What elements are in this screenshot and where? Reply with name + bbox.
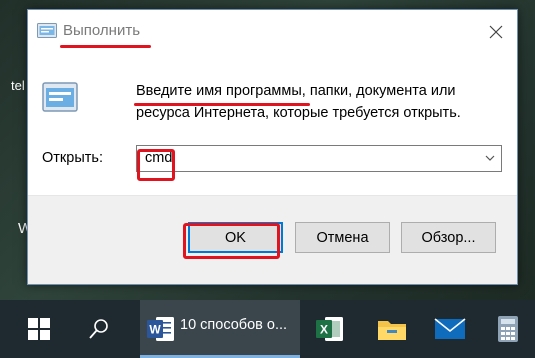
word-window-title: 10 способов о... xyxy=(180,317,288,333)
run-dialog: Выполнить Введите имя программы, папки, … xyxy=(27,9,518,285)
input-annotation-box xyxy=(137,149,175,181)
taskbar: W 10 способов о... X xyxy=(0,300,535,358)
taskbar-explorer-app[interactable] xyxy=(377,300,407,358)
taskbar-excel-app[interactable]: X xyxy=(316,300,346,358)
chevron-down-icon[interactable] xyxy=(483,151,497,165)
mail-icon xyxy=(434,318,466,339)
search-button[interactable] xyxy=(88,300,112,358)
close-icon xyxy=(489,25,503,39)
taskbar-word-app[interactable]: W 10 способов о... xyxy=(140,300,300,358)
browse-button[interactable]: Обзор... xyxy=(401,222,496,253)
search-icon xyxy=(89,319,108,339)
start-button[interactable] xyxy=(28,300,52,358)
taskbar-calculator-app[interactable] xyxy=(497,300,527,358)
dialog-description: Введите имя программы, папки, документа … xyxy=(136,83,461,121)
dialog-title: Выполнить xyxy=(63,22,141,39)
folder-icon xyxy=(378,321,406,340)
run-app-icon xyxy=(42,82,78,112)
svg-text:W: W xyxy=(149,323,161,337)
svg-text:X: X xyxy=(320,323,328,337)
calculator-icon xyxy=(498,316,518,342)
taskbar-mail-app[interactable] xyxy=(434,300,468,358)
title-bar[interactable]: Выполнить xyxy=(28,10,517,52)
description-annotation-underline xyxy=(134,103,310,106)
open-combobox[interactable]: cmd xyxy=(136,145,502,172)
title-annotation-underline xyxy=(60,45,151,48)
excel-icon: X xyxy=(316,317,343,341)
windows-logo-icon xyxy=(28,318,50,340)
run-app-icon xyxy=(37,23,57,38)
cancel-button[interactable]: Отмена xyxy=(295,222,390,253)
close-button[interactable] xyxy=(483,20,509,44)
open-label: Открыть: xyxy=(42,150,103,166)
ok-annotation-box xyxy=(183,223,280,259)
desktop-partial-label[interactable]: tel xyxy=(11,78,25,93)
word-icon: W xyxy=(147,317,174,341)
